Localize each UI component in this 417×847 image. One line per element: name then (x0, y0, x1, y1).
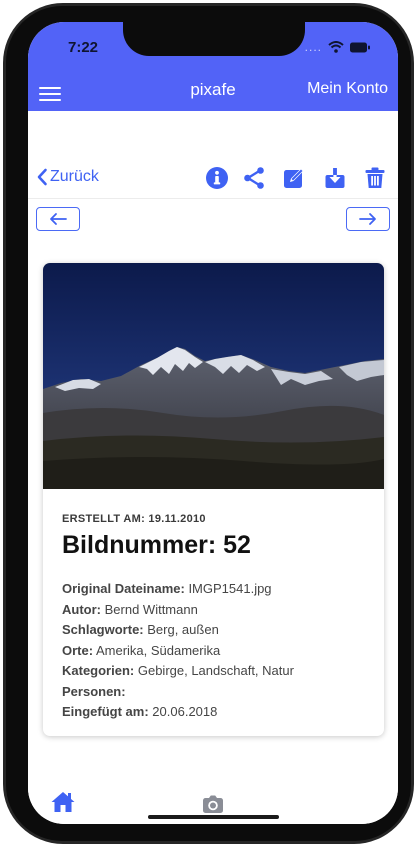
home-indicator (148, 815, 279, 819)
edit-button[interactable] (282, 166, 306, 190)
download-icon (325, 168, 345, 188)
image-title-prefix: Bildnummer: (62, 531, 217, 559)
meta-row-keywords: Schlagworte: Berg, außen (62, 620, 294, 641)
back-link[interactable]: Zurück (36, 168, 99, 186)
tab-camera[interactable] (201, 794, 225, 816)
device-notch (123, 22, 305, 56)
info-icon (206, 167, 228, 189)
wifi-icon (328, 41, 344, 53)
camera-icon (203, 795, 223, 813)
image-metadata: Original Dateiname: IMGP1541.jpg Autor: … (62, 579, 294, 723)
created-label: ERSTELLT AM: (62, 513, 146, 525)
meta-label: Eingefügt am: (62, 704, 149, 719)
status-time: 7:22 (68, 39, 99, 56)
arrow-left-icon (50, 213, 67, 225)
meta-value: 20.06.2018 (152, 704, 218, 719)
meta-row-persons: Personen: (62, 682, 294, 703)
created-value: 19.11.2010 (148, 513, 206, 525)
meta-row-added: Eingefügt am: 20.06.2018 (62, 702, 294, 723)
trash-icon (365, 167, 385, 188)
edit-icon (284, 169, 303, 188)
meta-label: Original Dateiname: (62, 581, 185, 596)
meta-value: Bernd Wittmann (104, 601, 198, 617)
phone-screen: 7:22 .... pixafe Mein Konto Zurück ERSTE… (28, 22, 398, 824)
meta-label: Schlagworte: (62, 622, 144, 637)
meta-value: Gebirge, Landschaft, Natur (137, 663, 294, 678)
arrow-right-icon (359, 213, 376, 225)
info-button[interactable] (205, 166, 229, 190)
delete-button[interactable] (363, 166, 387, 190)
share-button[interactable] (242, 166, 266, 190)
meta-label: Autor: (62, 601, 101, 617)
mountain-photo[interactable] (43, 263, 384, 489)
back-label: Zurück (50, 168, 99, 185)
home-icon (51, 792, 75, 812)
previous-image-button[interactable] (36, 207, 80, 231)
status-icons: .... (305, 40, 370, 54)
meta-value: Amerika, Südamerika (95, 642, 221, 658)
download-button[interactable] (323, 166, 347, 190)
created-date: ERSTELLT AM: 19.11.2010 (62, 513, 206, 525)
image-detail-card: ERSTELLT AM: 19.11.2010 Bildnummer: 52 O… (43, 263, 384, 736)
meta-label: Kategorien: (62, 663, 135, 678)
meta-value: IMGP1541.jpg (188, 581, 272, 596)
meta-label: Personen: (62, 683, 126, 699)
meta-row-places: Orte: Amerika, Südamerika (62, 641, 294, 662)
tab-home[interactable] (50, 790, 76, 814)
meta-value: Berg, außen (147, 622, 219, 637)
meta-row-filename: Original Dateiname: IMGP1541.jpg (62, 579, 294, 600)
next-image-button[interactable] (346, 207, 390, 231)
image-title: Bildnummer: 52 (62, 531, 251, 560)
meta-row-categories: Kategorien: Gebirge, Landschaft, Natur (62, 661, 294, 682)
image-number: 52 (223, 531, 251, 559)
share-icon (244, 167, 264, 189)
detail-toolbar: Zurück (28, 162, 398, 199)
app-bar: 7:22 .... pixafe Mein Konto (28, 22, 398, 111)
meta-label: Orte: (62, 642, 94, 658)
meta-row-author: Autor: Bernd Wittmann (62, 600, 294, 621)
signal-dots: .... (304, 40, 322, 54)
account-link[interactable]: Mein Konto (307, 80, 388, 98)
battery-icon (350, 42, 370, 52)
chevron-left-icon (37, 168, 47, 186)
